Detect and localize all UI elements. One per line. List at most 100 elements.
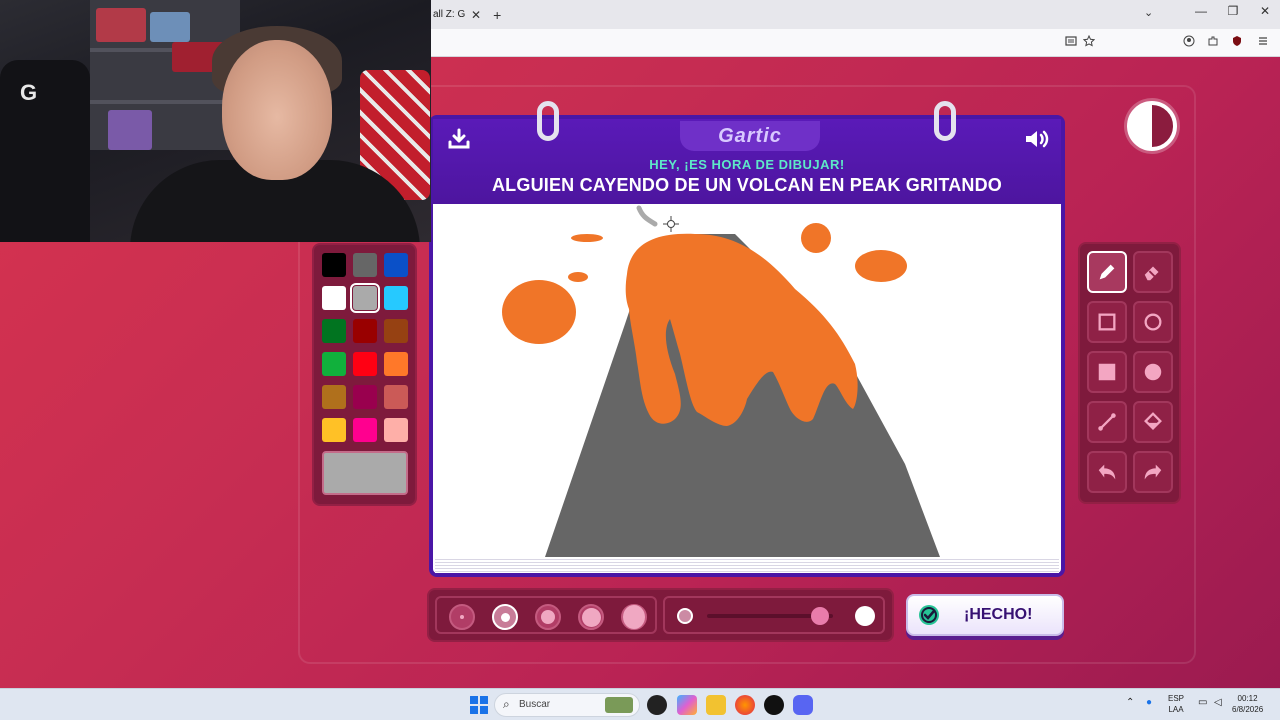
gaming-chair: G	[0, 60, 90, 242]
color-swatch[interactable]	[384, 352, 408, 376]
extensions-icon[interactable]	[1207, 35, 1219, 47]
opacity-slider[interactable]	[663, 596, 885, 634]
discord-icon[interactable]	[793, 695, 813, 715]
ellipse-fill-tool[interactable]	[1133, 351, 1173, 393]
search-icon: ⌕	[503, 697, 510, 711]
keyboard-layout: LAA	[1168, 705, 1184, 714]
ellipse-outline-tool[interactable]	[1133, 301, 1173, 343]
color-swatch[interactable]	[353, 418, 377, 442]
current-color-swatch[interactable]	[322, 451, 408, 495]
color-swatch[interactable]	[384, 418, 408, 442]
lava-blob	[571, 234, 603, 242]
rectangle-outline-tool[interactable]	[1087, 301, 1127, 343]
brush-size-option[interactable]	[578, 604, 604, 630]
line-tool[interactable]	[1087, 401, 1127, 443]
browser-toolbar	[431, 29, 1280, 57]
eraser-tool[interactable]	[1133, 251, 1173, 293]
ublock-icon[interactable]	[1231, 35, 1243, 47]
maximize-button[interactable]: ❐	[1226, 4, 1240, 18]
search-placeholder: Buscar	[519, 699, 551, 710]
rectangle-fill-tool[interactable]	[1087, 351, 1127, 393]
color-swatch[interactable]	[384, 286, 408, 310]
brush-size-option[interactable]	[449, 604, 475, 630]
obs-icon[interactable]	[764, 695, 784, 715]
color-swatch[interactable]	[353, 352, 377, 376]
clock-date: 6/8/2026	[1232, 705, 1264, 714]
color-swatch[interactable]	[322, 286, 346, 310]
pencil-icon	[1099, 264, 1115, 280]
opacity-knob[interactable]	[811, 607, 830, 625]
undo-tool[interactable]	[1087, 451, 1127, 493]
language-indicator[interactable]: ESP LAA	[1168, 693, 1184, 715]
tab-list-icon[interactable]: ⌄	[1144, 6, 1153, 19]
check-icon	[919, 605, 939, 625]
file-explorer-icon[interactable]	[706, 695, 726, 715]
draw-subtitle: HEY, ¡ES HORA DE DIBUJAR!	[649, 157, 845, 172]
color-swatch[interactable]	[384, 319, 408, 343]
pencil-tool[interactable]	[1087, 251, 1127, 293]
contrast-toggle-button[interactable]	[1127, 101, 1177, 151]
network-icon[interactable]: ▭	[1198, 697, 1207, 708]
copilot-icon[interactable]	[677, 695, 697, 715]
tool-panel	[1078, 242, 1181, 504]
firefox-icon[interactable]	[735, 695, 755, 715]
opacity-min-icon	[677, 608, 693, 624]
drawing-canvas[interactable]	[435, 204, 1059, 557]
microphone-icon[interactable]: ●	[1146, 697, 1152, 708]
brush-size-option[interactable]	[492, 604, 518, 630]
lava-blob	[855, 250, 907, 282]
new-tab-button[interactable]: +	[493, 7, 501, 23]
clock[interactable]: 00:12 6/8/2026	[1232, 693, 1263, 715]
brush-size-option[interactable]	[535, 604, 561, 630]
download-icon[interactable]	[447, 127, 471, 151]
color-swatch[interactable]	[384, 253, 408, 277]
app-g-icon[interactable]	[647, 695, 667, 715]
color-swatch[interactable]	[353, 385, 377, 409]
fill-bucket-tool[interactable]	[1133, 401, 1173, 443]
color-swatch[interactable]	[322, 352, 346, 376]
ash-smoke	[636, 205, 658, 227]
clock-time: 00:12	[1237, 694, 1258, 703]
fill-bucket-icon	[1144, 412, 1162, 431]
drawing-image	[502, 205, 940, 557]
ellipse-outline-icon	[1144, 313, 1162, 331]
volume-icon[interactable]: ◁	[1214, 697, 1222, 708]
color-swatch[interactable]	[353, 253, 377, 277]
color-swatch[interactable]	[353, 319, 377, 343]
done-button[interactable]: ¡HECHO!	[906, 594, 1064, 636]
notebook-page-edges	[435, 557, 1059, 573]
tray-overflow-icon[interactable]: ⌃	[1126, 697, 1134, 708]
close-window-button[interactable]: ✕	[1258, 4, 1272, 18]
tab-close-icon[interactable]: ✕	[471, 8, 481, 22]
color-swatch[interactable]	[350, 283, 380, 313]
color-swatch[interactable]	[322, 418, 346, 442]
browser-tab-title[interactable]: all Z: Gol	[431, 9, 465, 20]
bookmark-star-icon[interactable]	[1083, 35, 1095, 47]
undo-icon	[1098, 464, 1116, 480]
redo-icon	[1144, 464, 1162, 480]
chair-logo: G	[20, 80, 38, 105]
collectible-box	[108, 110, 152, 150]
brush-size-dot-icon	[623, 605, 645, 629]
account-icon[interactable]	[1183, 35, 1195, 47]
lava-blob	[502, 280, 576, 344]
menu-icon[interactable]	[1257, 35, 1269, 47]
opacity-max-icon	[855, 606, 875, 626]
brush-size-option[interactable]	[621, 604, 647, 630]
minimize-button[interactable]: —	[1194, 4, 1208, 18]
windows-start-icon[interactable]	[469, 695, 489, 715]
color-swatch[interactable]	[322, 319, 346, 343]
reader-view-icon[interactable]	[1065, 35, 1077, 47]
notebook-header: Gartic HEY, ¡ES HORA DE DIBUJAR! ALGUIEN…	[433, 119, 1061, 204]
redo-tool[interactable]	[1133, 451, 1173, 493]
sound-icon[interactable]	[1023, 127, 1051, 151]
taskbar-search[interactable]: ⌕ Buscar	[494, 693, 640, 717]
browser-tab-strip: all Z: Gol ✕ + ⌄ — ❐ ✕	[431, 0, 1280, 29]
color-swatch[interactable]	[322, 385, 346, 409]
line-icon	[1098, 413, 1116, 431]
collectible-box	[96, 8, 146, 42]
color-swatch[interactable]	[384, 385, 408, 409]
lava-blob	[801, 223, 831, 253]
rectangle-outline-icon	[1098, 313, 1116, 331]
color-swatch[interactable]	[322, 253, 346, 277]
